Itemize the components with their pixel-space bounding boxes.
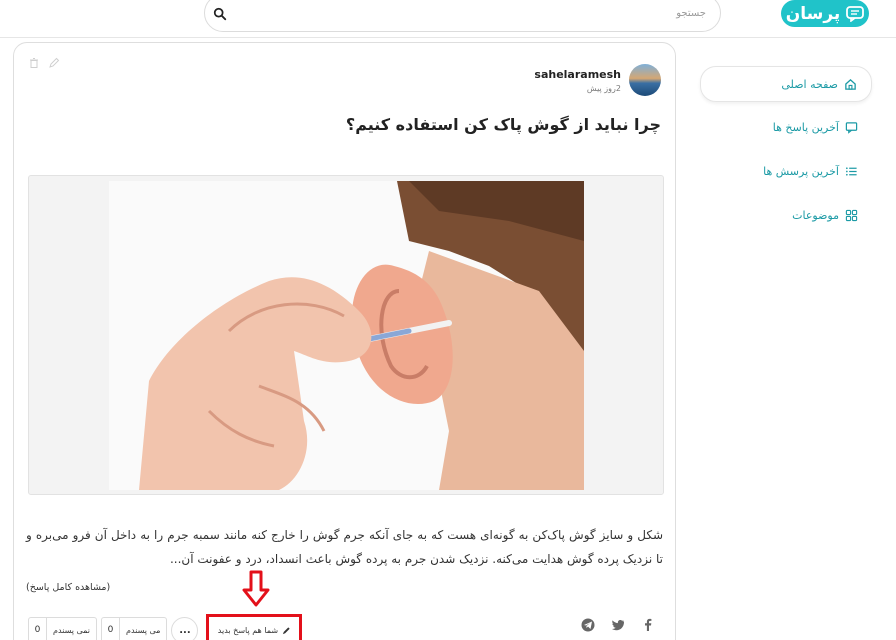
- top-bar: پرسان: [0, 0, 896, 38]
- more-options-button[interactable]: ...: [171, 616, 199, 640]
- author-name[interactable]: sahelaramesh: [534, 68, 621, 81]
- search-input[interactable]: [241, 1, 706, 25]
- search-box[interactable]: [204, 0, 721, 32]
- dislike-label: نمی پسندم: [53, 625, 90, 635]
- action-bar: 0 نمی پسندم 0 می پسندم ... شما هم پاسخ ب…: [28, 614, 303, 640]
- card-tools: [28, 57, 60, 69]
- list-icon: [846, 166, 857, 176]
- search-icon[interactable]: [213, 7, 227, 21]
- post-time: 2روز پیش: [586, 83, 621, 93]
- chat-bubble-icon: [846, 5, 865, 22]
- twitter-icon[interactable]: [611, 618, 625, 632]
- sidebar-item-label: آخرین پرسش ها: [763, 164, 839, 178]
- avatar[interactable]: [629, 64, 661, 96]
- write-answer-label: شما هم پاسخ بدید: [217, 625, 279, 635]
- sidebar-item-latest-answers[interactable]: آخرین پاسخ ها: [700, 108, 872, 146]
- sidebar-item-latest-questions[interactable]: آخرین پرسش ها: [700, 152, 872, 190]
- question-image[interactable]: [109, 181, 584, 490]
- edit-icon[interactable]: [48, 57, 60, 69]
- grid-icon: [845, 209, 858, 221]
- down-arrow-annotation: [242, 570, 270, 607]
- sidebar-item-label: صفحه اصلی: [781, 77, 838, 91]
- logo-text: پرسان: [785, 3, 841, 24]
- facebook-icon[interactable]: [641, 618, 655, 632]
- message-icon: [845, 121, 858, 134]
- telegram-icon[interactable]: [581, 618, 595, 632]
- image-frame: [28, 175, 664, 495]
- home-icon: [845, 78, 856, 90]
- question-card: sahelaramesh 2روز پیش چرا نباید از گوش پ…: [13, 42, 676, 640]
- site-logo[interactable]: پرسان: [781, 0, 869, 27]
- dislike-count: 0: [29, 618, 47, 640]
- dislike-button[interactable]: 0 نمی پسندم: [28, 617, 97, 640]
- view-full-answer-link[interactable]: (مشاهده کامل پاسخ): [26, 582, 110, 593]
- sidebar-item-label: موضوعات: [792, 208, 839, 222]
- trash-icon[interactable]: [28, 57, 40, 69]
- sidebar-item-home[interactable]: صفحه اصلی: [700, 66, 872, 102]
- share-links: [581, 618, 655, 632]
- pen-icon: [282, 626, 290, 634]
- question-title[interactable]: چرا نباید از گوش پاک کن استفاده کنیم؟: [346, 115, 661, 134]
- sidebar-item-label: آخرین پاسخ ها: [772, 120, 839, 134]
- sidebar-item-topics[interactable]: موضوعات: [700, 196, 872, 234]
- write-answer-button[interactable]: شما هم پاسخ بدید: [206, 614, 303, 640]
- author-info: sahelaramesh 2روز پیش: [534, 64, 661, 96]
- ear-cleaning-photo: [109, 181, 584, 490]
- sidebar: صفحه اصلی آخرین پاسخ ها آخرین پرسش ها مو…: [700, 66, 872, 240]
- author-meta: sahelaramesh 2روز پیش: [534, 68, 621, 93]
- like-count: 0: [102, 618, 120, 640]
- like-label: می پسندم: [126, 625, 161, 635]
- answer-excerpt: شکل و سایز گوش پاک‌کن به گونه‌ای هست که …: [26, 528, 663, 566]
- like-button[interactable]: 0 می پسندم: [101, 617, 168, 640]
